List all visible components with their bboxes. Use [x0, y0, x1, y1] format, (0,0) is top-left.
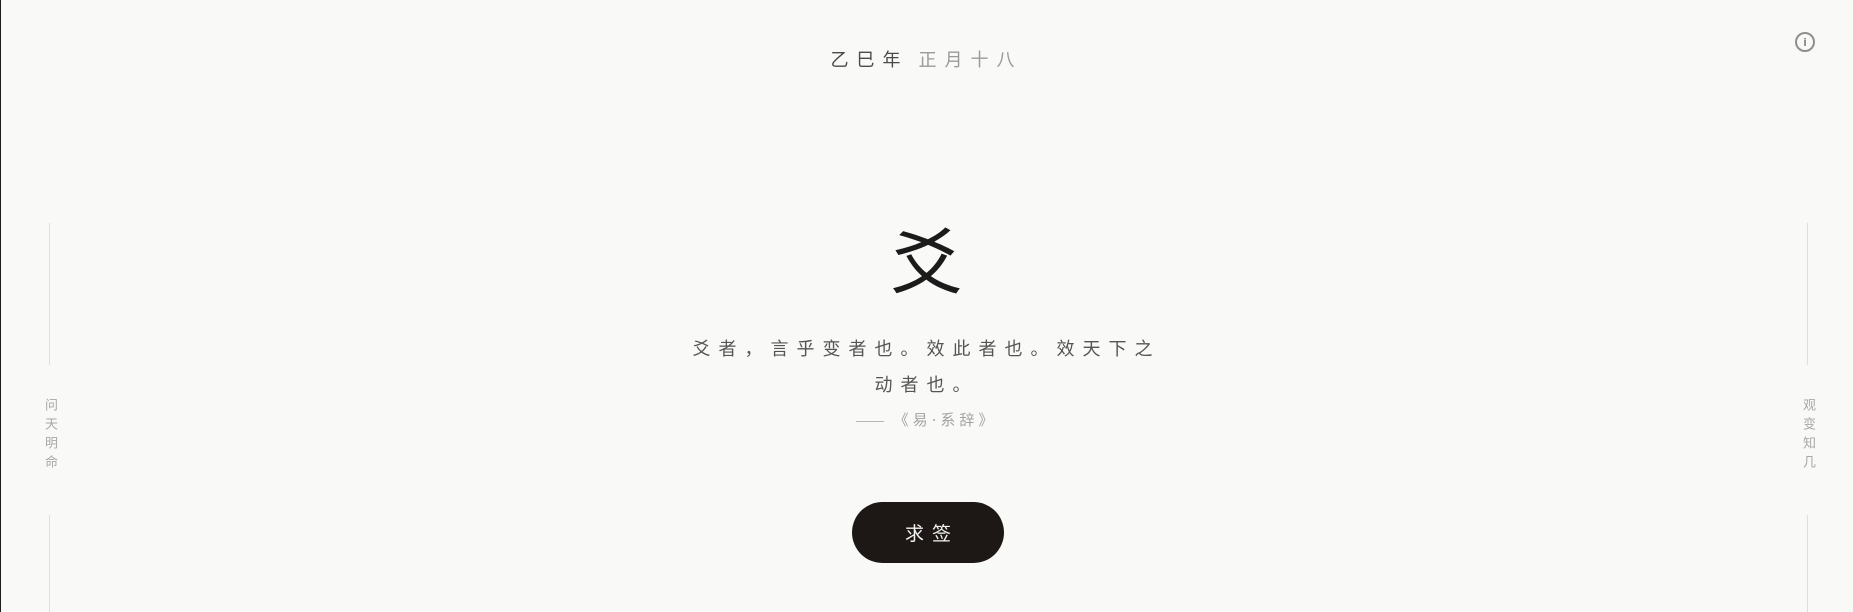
left-divider-bottom	[49, 515, 50, 612]
right-divider-bottom	[1807, 515, 1808, 612]
quote-text: 爻者，言乎变者也。效此者也。效天下之动者也。	[692, 339, 1161, 396]
source-dash	[855, 420, 884, 422]
draw-lot-button[interactable]: 求签	[852, 502, 1004, 563]
lunar-year: 乙巳年	[830, 50, 909, 71]
main-glyph: 爻	[890, 221, 963, 305]
quote-source: 《易·系辞》	[0, 408, 1853, 432]
source-label: 《易·系辞》	[893, 411, 998, 429]
lunar-date: 乙巳年 正月十八	[0, 48, 1853, 74]
lunar-day: 正月十八	[918, 50, 1023, 71]
